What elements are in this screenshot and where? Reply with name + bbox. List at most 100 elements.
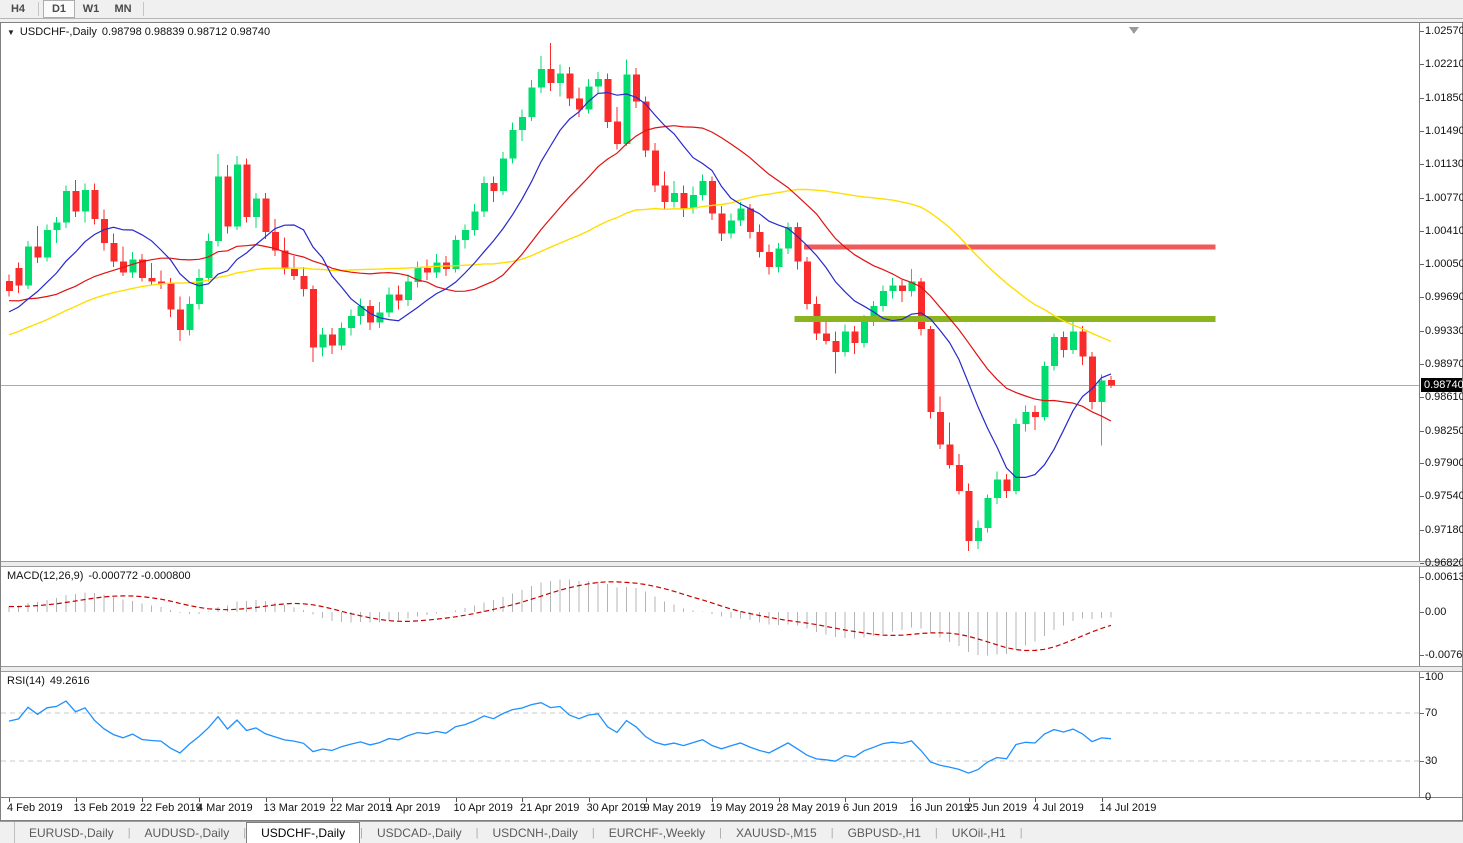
date-tick-label: 13 Feb 2019	[74, 802, 136, 814]
price-tick-label: 1.00050	[1425, 258, 1463, 270]
macd-values: -0.000772 -0.000800	[88, 570, 190, 582]
date-tick-label: 25 Jun 2019	[967, 802, 1028, 814]
date-tick-label: 22 Feb 2019	[140, 802, 202, 814]
price-tick-label: 0.97540	[1425, 490, 1463, 502]
rsi-canvas[interactable]	[1, 672, 1421, 797]
rsi-value: 49.2616	[50, 675, 90, 687]
timeframe-button-w1[interactable]: W1	[75, 0, 107, 18]
price-tick	[1420, 530, 1424, 531]
price-tick-label: 0.98970	[1425, 358, 1463, 370]
ma-mid-line	[9, 126, 1111, 421]
price-tick	[1420, 231, 1424, 232]
chart-title: ▼ USDCHF-,Daily 0.98798 0.98839 0.98712 …	[7, 26, 270, 38]
macd-tick-label: 0.00613	[1425, 571, 1463, 583]
timeframe-button-mn[interactable]: MN	[107, 0, 139, 18]
date-tick-label: 13 Mar 2019	[264, 802, 326, 814]
macd-canvas[interactable]	[1, 567, 1421, 666]
rsi-tick	[1420, 797, 1424, 798]
date-tick-label: 14 Jul 2019	[1100, 802, 1157, 814]
rsi-name: RSI(14)	[7, 675, 45, 687]
price-tick	[1420, 164, 1424, 165]
macd-tick	[1420, 577, 1424, 578]
toolbar-separator	[143, 2, 144, 16]
price-tick	[1420, 98, 1424, 99]
rsi-tick-label: 0	[1425, 791, 1431, 803]
price-tick-label: 0.97180	[1425, 524, 1463, 536]
candles	[6, 43, 1115, 551]
date-tick-label: 4 Feb 2019	[7, 802, 63, 814]
chart-window: ▼ USDCHF-,Daily 0.98798 0.98839 0.98712 …	[0, 22, 1463, 821]
tab-separator: |	[1020, 822, 1023, 843]
rsi-axis[interactable]: 10070300	[1419, 672, 1462, 797]
rsi-line	[9, 701, 1111, 773]
rsi-tick-label: 100	[1425, 671, 1443, 683]
rsi-tick	[1420, 713, 1424, 714]
date-axis[interactable]: 4 Feb 2019 13 Feb 2019 22 Feb 20194 Mar 20…	[1, 797, 1462, 820]
macd-tick-label: 0.00	[1425, 606, 1446, 618]
price-axis[interactable]: 1.02570 1.02210 1.01850 1.01490 1.01130 1.007…	[1419, 23, 1462, 561]
price-tick	[1420, 364, 1424, 365]
price-tick	[1420, 397, 1424, 398]
price-tick	[1420, 431, 1424, 432]
price-tick-label: 0.99690	[1425, 291, 1463, 303]
chart-shift-marker	[1129, 27, 1139, 34]
price-tick	[1420, 496, 1424, 497]
price-chart-canvas[interactable]	[1, 23, 1421, 561]
tab-usdcad-daily[interactable]: USDCAD-,Daily	[363, 822, 476, 843]
chart-symbol-period: USDCHF-,Daily	[20, 26, 97, 38]
chart-ohlc-values: 0.98798 0.98839 0.98712 0.98740	[102, 26, 270, 38]
tab-eurusd-daily[interactable]: EURUSD-,Daily	[15, 822, 128, 843]
date-tick-label: 4 Mar 2019	[197, 802, 253, 814]
price-tick	[1420, 563, 1424, 564]
rsi-tick-label: 70	[1425, 707, 1437, 719]
price-tick-label: 1.02210	[1425, 58, 1463, 70]
chart-title-arrow-icon: ▼	[7, 28, 15, 37]
price-tick	[1420, 31, 1424, 32]
date-tick-label: 28 May 2019	[777, 802, 841, 814]
tab-eurchf-weekly[interactable]: EURCHF-,Weekly	[595, 822, 719, 843]
price-tick-label: 1.02570	[1425, 25, 1463, 37]
toolbar-separator	[38, 2, 39, 16]
date-tick-label: 16 Jun 2019	[910, 802, 971, 814]
price-tick-label: 0.98250	[1425, 425, 1463, 437]
tab-xauusd-m15[interactable]: XAUUSD-,M15	[722, 822, 831, 843]
timeframe-button-h4[interactable]: H4	[2, 0, 34, 18]
tab-usdchf-daily[interactable]: USDCHF-,Daily	[246, 822, 360, 843]
date-tick-label: 6 Jun 2019	[843, 802, 897, 814]
date-tick-label: 19 May 2019	[710, 802, 774, 814]
current-price-tag: 0.98740	[1421, 378, 1462, 392]
tab-ukoil-h1[interactable]: UKOil-,H1	[938, 822, 1020, 843]
rsi-tick-label: 30	[1425, 755, 1437, 767]
date-tick-label: 30 Apr 2019	[587, 802, 646, 814]
price-tick	[1420, 463, 1424, 464]
resistance-line	[804, 245, 1216, 250]
price-tick-label: 1.01130	[1425, 158, 1463, 170]
macd-tick	[1420, 612, 1424, 613]
tab-bar: EURUSD-,Daily|AUDUSD-,Daily|USDCHF-,Dail…	[0, 821, 1463, 843]
price-tick-label: 1.01850	[1425, 92, 1463, 104]
macd-name: MACD(12,26,9)	[7, 570, 83, 582]
tab-gbpusd-h1[interactable]: GBPUSD-,H1	[834, 822, 935, 843]
price-tick-label: 1.01490	[1425, 125, 1463, 137]
date-tick-label: 9 May 2019	[644, 802, 701, 814]
rsi-label: RSI(14) 49.2616	[7, 675, 90, 687]
timeframe-button-d1[interactable]: D1	[43, 0, 75, 18]
support-line	[795, 316, 1216, 322]
macd-axis[interactable]: 0.00613 0.00 -0.007612	[1419, 567, 1462, 666]
price-tick-label: 0.98610	[1425, 391, 1463, 403]
timeframe-toolbar: H4 D1W1MN	[0, 0, 1463, 19]
date-tick-label: 1 Apr 2019	[387, 802, 440, 814]
price-tick	[1420, 331, 1424, 332]
main-chart-pane: ▼ USDCHF-,Daily 0.98798 0.98839 0.98712 …	[1, 23, 1462, 561]
tab-audusd-daily[interactable]: AUDUSD-,Daily	[131, 822, 244, 843]
price-tick-label: 0.99330	[1425, 325, 1463, 337]
tab-usdcnh-daily[interactable]: USDCNH-,Daily	[479, 822, 592, 843]
date-tick-label: 10 Apr 2019	[454, 802, 513, 814]
price-tick	[1420, 131, 1424, 132]
price-tick-label: 1.00770	[1425, 192, 1463, 204]
macd-tick-label: -0.007612	[1425, 649, 1463, 661]
price-tick	[1420, 264, 1424, 265]
price-tick-label: 1.00410	[1425, 225, 1463, 237]
date-tick-label: 22 Mar 2019	[330, 802, 392, 814]
terminal-window: H4 D1W1MN ▼ USDCHF-,Daily 0.98798 0.98839…	[0, 0, 1463, 843]
